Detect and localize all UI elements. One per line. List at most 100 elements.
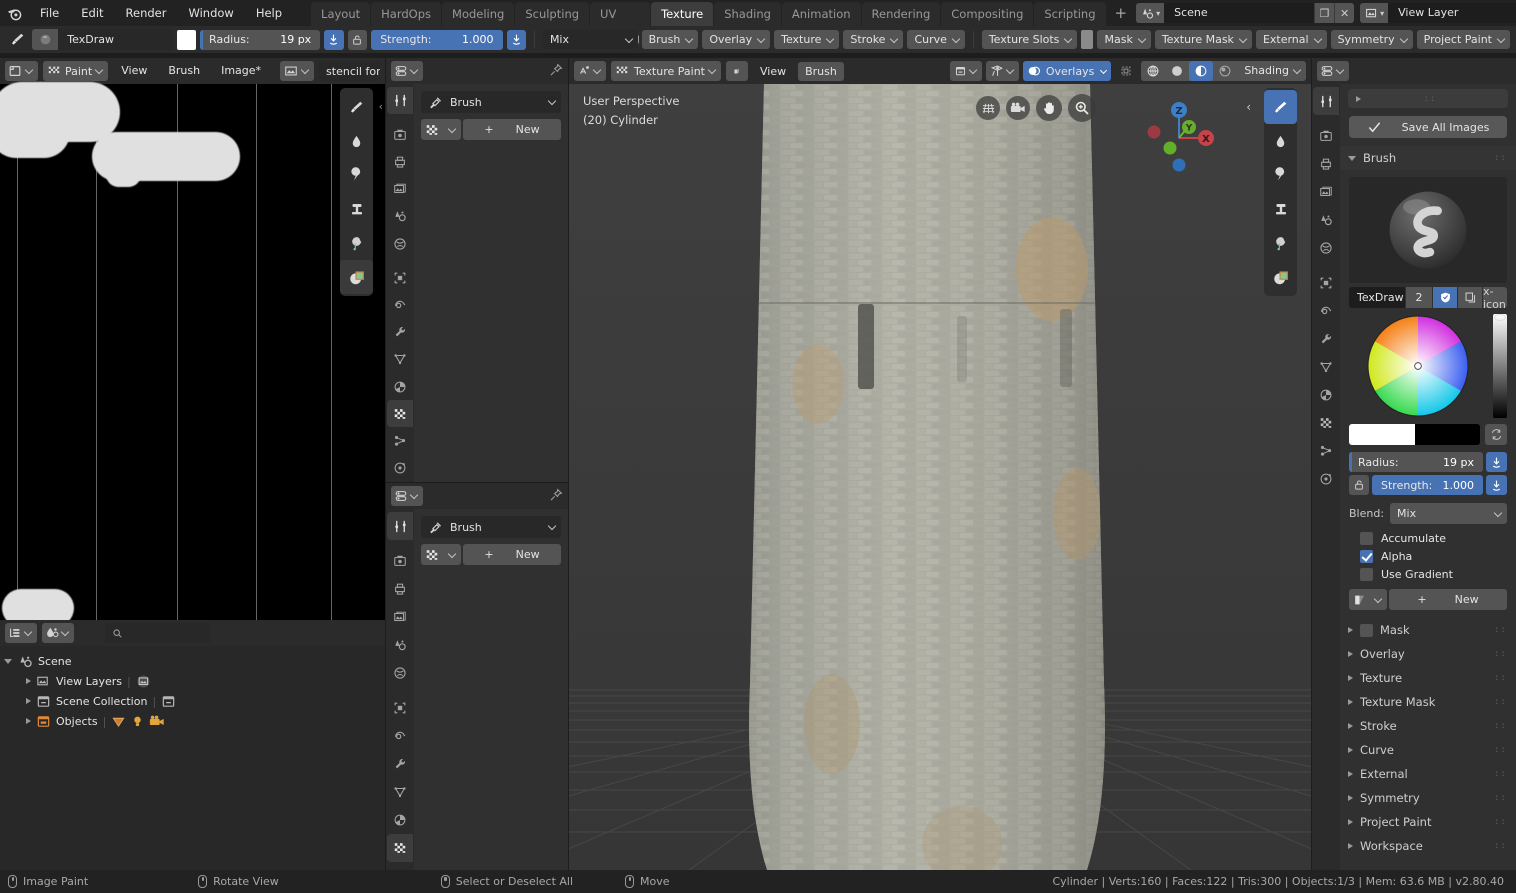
disclosure-triangle-icon[interactable] <box>1348 819 1353 825</box>
properties-bottom-tab-physics[interactable] <box>387 806 413 834</box>
disclosure-triangle-icon[interactable] <box>1348 723 1353 729</box>
workspace-tab-uv-editing[interactable]: UV Editing <box>590 2 651 45</box>
symmetry-popover[interactable]: Symmetry <box>1330 30 1413 49</box>
brush-datablock-dropdown[interactable]: Brush <box>421 91 561 113</box>
menu-file[interactable]: File <box>29 0 70 26</box>
right-tab-particles[interactable] <box>1313 353 1339 381</box>
disclosure-triangle-icon[interactable] <box>1348 795 1353 801</box>
image-clone-tool[interactable] <box>340 192 373 226</box>
brush-datablock-selector[interactable]: TexDraw <box>32 29 174 50</box>
texture-popover[interactable]: Texture <box>774 30 840 49</box>
viewport-menu-view[interactable]: View <box>753 62 793 81</box>
properties-bottom-tab-view-layer[interactable] <box>387 603 413 631</box>
camera-view-icon[interactable] <box>1006 96 1030 120</box>
disclosure-triangle-icon[interactable] <box>1348 843 1353 849</box>
hand-pan-icon[interactable] <box>1036 95 1062 121</box>
accumulate-checkbox[interactable] <box>1360 532 1373 545</box>
add-workspace-button[interactable]: + <box>1107 2 1136 26</box>
strength-field[interactable]: Strength: 1.000 <box>371 29 503 50</box>
outliner-row-scene-collection[interactable]: Scene Collection | <box>0 691 385 711</box>
panel-overlay[interactable]: Overlay :::: <box>1340 642 1516 666</box>
right-tab-object[interactable] <box>1313 269 1339 297</box>
properties-tab-object[interactable] <box>387 264 413 291</box>
zoom-icon[interactable] <box>1068 94 1096 122</box>
mask-popover[interactable]: Mask <box>1097 30 1151 49</box>
right-tab-texture[interactable] <box>1313 409 1339 437</box>
disclosure-triangle-icon[interactable] <box>26 678 31 684</box>
menu-window[interactable]: Window <box>177 0 244 26</box>
viewport-clone-tool[interactable] <box>1264 192 1297 226</box>
panel-stroke[interactable]: Stroke :::: <box>1340 714 1516 738</box>
brush-sphere-icon[interactable] <box>32 29 59 50</box>
scene-copy-button[interactable]: ❐ <box>1314 3 1335 23</box>
editor-type-selector[interactable] <box>5 61 38 81</box>
properties-bottom-tab-object[interactable] <box>387 694 413 722</box>
sidebar-new-texture-button[interactable]: + New <box>1389 589 1507 610</box>
right-tab-view-layer[interactable] <box>1313 178 1339 206</box>
scene-close-button[interactable]: ✕ <box>1334 3 1355 23</box>
menu-render[interactable]: Render <box>115 0 178 26</box>
swap-colors-icon[interactable] <box>1485 424 1507 445</box>
duplicate-brush-button[interactable] <box>1458 287 1482 308</box>
properties-bottom-tab-modifiers[interactable] <box>387 722 413 750</box>
image-editor-mode-selector[interactable]: Paint <box>43 61 109 81</box>
workspace-tab-layout[interactable]: Layout <box>311 2 371 26</box>
strength-lock-icon[interactable] <box>347 29 368 50</box>
right-tab-constraints[interactable] <box>1313 437 1339 465</box>
menu-help[interactable]: Help <box>245 0 293 26</box>
outliner-filter-icon[interactable] <box>42 623 74 643</box>
disclosure-triangle-icon[interactable] <box>26 698 31 704</box>
properties-bottom-editor-type-icon[interactable] <box>391 486 423 506</box>
properties-bottom-tab-scene[interactable] <box>387 631 413 659</box>
right-tab-tool[interactable] <box>1313 87 1339 115</box>
visibility-dropdown[interactable] <box>949 61 982 81</box>
viewport-mode-selector[interactable]: Texture Paint <box>611 61 721 81</box>
workspace-tab-compositing[interactable]: Compositing <box>941 2 1034 26</box>
workspace-tab-texture-paint[interactable]: Texture Paint <box>651 2 714 45</box>
alpha-checkbox-row[interactable]: Alpha <box>1360 550 1507 563</box>
disclosure-triangle-icon[interactable] <box>1348 651 1353 657</box>
new-texture-button[interactable]: + New <box>463 119 561 140</box>
properties-tab-data[interactable] <box>387 455 413 482</box>
shading-material-preview-icon[interactable] <box>1189 61 1214 81</box>
right-tab-world[interactable] <box>1313 234 1339 262</box>
properties-bottom-tab-world[interactable] <box>387 659 413 687</box>
project-paint-popover[interactable]: Project Paint <box>1416 30 1510 49</box>
properties-bottom-tab-output[interactable] <box>387 575 413 603</box>
properties-tab-view-layer[interactable] <box>387 176 413 203</box>
brush-name[interactable]: TexDraw <box>58 33 114 46</box>
image-fill-tool[interactable] <box>340 226 373 260</box>
brush-name-field[interactable]: TexDraw <box>1349 287 1405 308</box>
right-tab-scene[interactable] <box>1313 206 1339 234</box>
use-gradient-checkbox-row[interactable]: Use Gradient <box>1360 568 1507 581</box>
panel-texture-mask[interactable]: Texture Mask :::: <box>1340 690 1516 714</box>
panel-mask[interactable]: Mask :::: <box>1340 618 1516 642</box>
brush-user-count[interactable]: 2 <box>1406 287 1432 308</box>
texture-browse-icon-2[interactable] <box>421 544 461 565</box>
disclosure-triangle-icon[interactable] <box>26 718 31 724</box>
viewport-fill-tool[interactable] <box>1264 226 1297 260</box>
texture-mask-popover[interactable]: Texture Mask <box>1154 30 1252 49</box>
strength-pressure-icon[interactable] <box>506 29 527 50</box>
use-gradient-checkbox[interactable] <box>1360 568 1373 581</box>
disclosure-triangle-icon[interactable] <box>1348 771 1353 777</box>
viewport-sidebar-collapse-icon[interactable]: ‹ <box>1246 100 1251 114</box>
brush-datablock-dropdown-2[interactable]: Brush <box>421 516 561 538</box>
menu-edit[interactable]: Edit <box>70 0 114 26</box>
properties-editor-type-icon[interactable] <box>391 61 423 81</box>
properties-tab-tool[interactable] <box>387 87 413 115</box>
scene-name[interactable]: Scene <box>1164 3 1315 23</box>
panel-external[interactable]: External :::: <box>1340 762 1516 786</box>
view-layer-name[interactable]: View Layer <box>1388 3 1516 23</box>
outliner-row-view-layers[interactable]: View Layers | <box>0 671 385 691</box>
panel-project-paint[interactable]: Project Paint :::: <box>1340 810 1516 834</box>
value-slider-handle[interactable] <box>1494 314 1506 321</box>
xray-icon[interactable] <box>1115 61 1137 81</box>
disclosure-triangle-icon[interactable] <box>4 658 12 664</box>
image-editor-menu-brush[interactable]: Brush <box>160 61 208 81</box>
view-layer-icon[interactable]: ▾ <box>1360 3 1389 23</box>
grid-toggle-icon[interactable] <box>976 96 1000 120</box>
properties-tab-particles[interactable] <box>387 346 413 373</box>
properties-bottom-tab-tool[interactable] <box>387 512 413 540</box>
stroke-popover[interactable]: Stroke <box>843 30 904 49</box>
